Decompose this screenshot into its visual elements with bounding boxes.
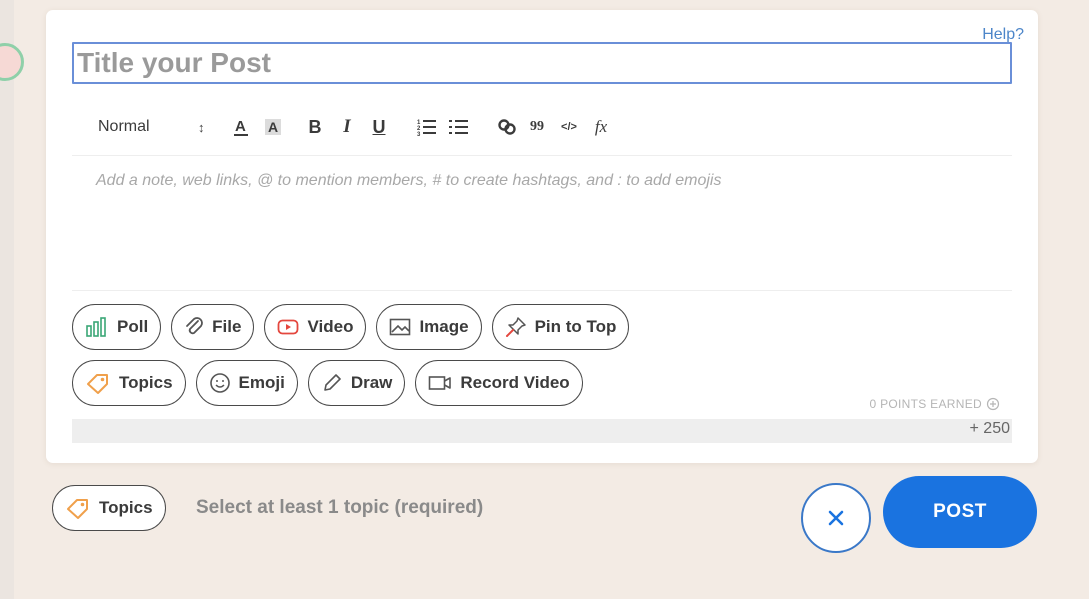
points-progress-bar <box>72 419 1012 443</box>
bold-button[interactable]: B <box>302 115 328 139</box>
underline-button[interactable]: U <box>366 115 392 139</box>
points-value: + 250 <box>969 420 1010 437</box>
emoji-button[interactable]: Emoji <box>195 360 298 406</box>
avatar[interactable] <box>0 43 24 81</box>
record-video-label: Record Video <box>460 373 570 392</box>
text-color-button[interactable]: A <box>228 115 254 139</box>
code-icon: </> <box>561 121 577 133</box>
points-earned: 0 POINTS EARNED <box>869 397 1000 411</box>
video-label: Video <box>307 317 354 336</box>
poll-icon <box>86 317 106 337</box>
close-icon <box>828 510 844 526</box>
ordered-list-icon: 1 2 3 <box>417 120 436 136</box>
title-input[interactable] <box>74 44 1010 82</box>
attachment-row-1: Poll File Video Image Pin to Top <box>72 304 630 350</box>
poll-button[interactable]: Poll <box>72 304 162 350</box>
text-color-icon: A <box>234 118 248 136</box>
video-icon <box>278 319 299 335</box>
post-composer-card: Help? Normal ↕ A A B I <box>46 10 1038 463</box>
topic-required-text: Select at least 1 topic (required) <box>196 497 484 518</box>
image-button[interactable]: Image <box>376 304 482 350</box>
footer-topics-label: Topics <box>99 498 153 517</box>
formula-icon: fx <box>594 117 608 136</box>
pin-icon <box>505 317 526 337</box>
highlight-icon: A <box>265 119 281 135</box>
quote-button[interactable]: 99 <box>524 115 550 139</box>
toolbar-divider <box>72 155 1012 156</box>
draw-label: Draw <box>350 373 393 392</box>
link-button[interactable] <box>494 115 520 139</box>
camera-icon <box>429 376 452 390</box>
left-background-strip <box>0 0 14 599</box>
points-label: 0 POINTS EARNED <box>869 397 982 411</box>
text-style-select[interactable]: Normal ↕ <box>98 115 206 139</box>
video-button[interactable]: Video <box>264 304 367 350</box>
bullet-list-icon <box>449 120 468 134</box>
image-label: Image <box>419 317 469 336</box>
draw-button[interactable]: Draw <box>307 360 406 406</box>
tag-icon <box>87 374 108 394</box>
title-field[interactable] <box>72 42 1012 84</box>
topics-button[interactable]: Topics <box>72 360 186 406</box>
file-button[interactable]: File <box>171 304 255 350</box>
quote-icon: 99 <box>530 119 544 134</box>
emoji-label: Emoji <box>238 373 285 392</box>
attachment-row-2: Topics Emoji Draw Record Video <box>72 360 583 406</box>
add-circle-icon[interactable] <box>986 397 1000 411</box>
image-icon <box>390 318 411 336</box>
bullet-list-button[interactable] <box>446 115 472 139</box>
editor-placeholder[interactable]: Add a note, web links, @ to mention memb… <box>96 172 996 190</box>
svg-text:A: A <box>268 119 278 135</box>
footer-topics-button[interactable]: Topics <box>52 485 166 531</box>
poll-label: Poll <box>117 317 149 336</box>
pin-to-top-label: Pin to Top <box>534 317 617 336</box>
smile-icon <box>209 373 230 393</box>
code-button[interactable]: </> <box>556 115 582 139</box>
record-video-button[interactable]: Record Video <box>415 360 583 406</box>
tag-icon <box>67 499 88 519</box>
italic-button[interactable]: I <box>334 115 360 139</box>
post-button[interactable]: POST <box>883 476 1037 548</box>
italic-icon: I <box>343 116 351 137</box>
pencil-icon <box>324 374 341 391</box>
underline-icon: U <box>372 116 386 137</box>
select-arrows-icon: ↕ <box>198 119 205 135</box>
highlight-button[interactable]: A <box>260 115 286 139</box>
topics-label: Topics <box>119 373 173 392</box>
svg-text:3: 3 <box>417 132 421 136</box>
svg-text:A: A <box>235 118 246 135</box>
text-style-label: Normal <box>98 118 150 135</box>
cancel-button[interactable] <box>801 483 871 553</box>
paperclip-icon <box>186 317 204 335</box>
pin-to-top-button[interactable]: Pin to Top <box>491 304 630 350</box>
bold-icon: B <box>308 116 322 137</box>
link-icon <box>498 119 516 135</box>
ordered-list-button[interactable]: 1 2 3 <box>414 115 440 139</box>
editor-divider <box>72 290 1012 291</box>
file-label: File <box>212 317 242 336</box>
formula-button[interactable]: fx <box>588 115 614 139</box>
formatting-toolbar: Normal ↕ A A B I U 1 2 3 99 </> fx <box>98 114 614 140</box>
